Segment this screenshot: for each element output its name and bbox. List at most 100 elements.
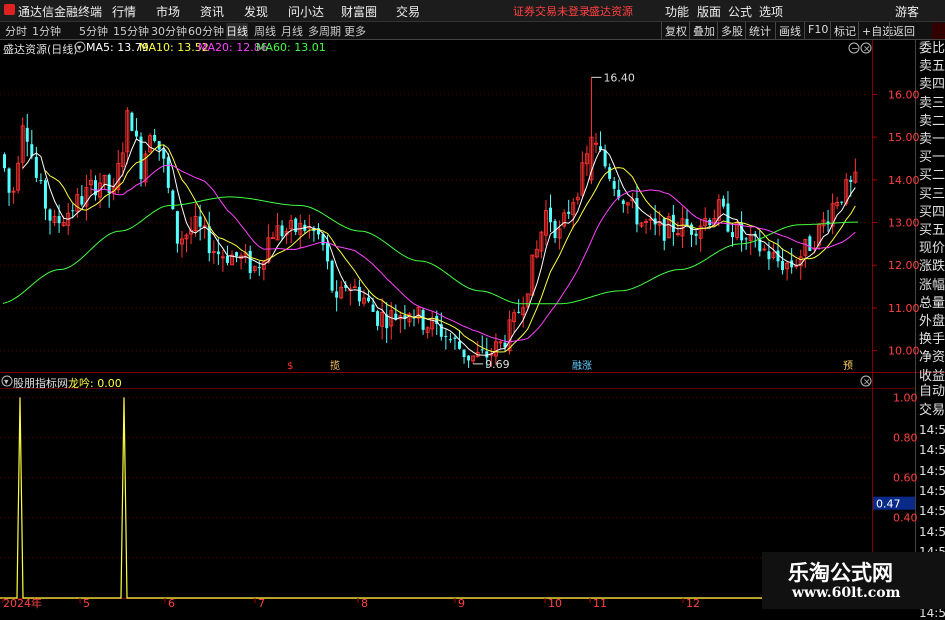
candle-body-up [298,222,303,235]
quote-label: 买五 [919,223,945,238]
guest-user[interactable]: 游客 [895,3,919,20]
chart-canvas[interactable]: 16.00 15.00 14.00 13.00 12.00 11.00 10.00 1.00 0… [0,0,945,609]
candle-body-down [71,210,75,212]
chart-grid [0,40,945,609]
period-monthly[interactable]: 月线 [281,23,303,39]
period-weekly[interactable]: 周线 [254,23,276,39]
menu-trade[interactable]: 交易 [396,3,420,20]
candle-body-down [357,287,361,302]
candle-body-up [202,225,207,228]
candle-body-down [635,198,639,225]
period-1min[interactable]: 1分钟 [32,23,61,39]
candle-body-down [553,220,557,238]
candle-body-up [762,248,767,251]
quote-label: 外盘 [919,314,945,329]
candle-body-up [143,153,148,183]
candle-body-up [853,171,858,183]
period-30min[interactable]: 30分钟 [151,23,187,39]
candle-body-down [621,200,625,204]
candle-body-down [708,219,712,225]
candle-body-up [680,218,685,237]
close-chart-icon [860,42,872,54]
btn-mark[interactable]: 标记 [830,22,859,39]
candle-body-down [744,238,748,240]
period-more[interactable]: 更多 [344,23,366,39]
auto-trade-label[interactable]: 自动 [919,383,945,401]
btn-rights[interactable]: 复权 [661,22,690,39]
candle-body-up [703,218,708,227]
panel-toggle-icon[interactable] [932,23,945,39]
menu-ask[interactable]: 问小达 [288,3,324,20]
candle-body-up [184,234,189,240]
candle-body-down [80,196,84,205]
menu-function[interactable]: 功能 [665,3,689,20]
price-tick-label: 11.00 [888,302,920,315]
date-tick-label: 6 [168,597,175,609]
menu-quotes[interactable]: 行情 [112,3,136,20]
menu-layout[interactable]: 版面 [697,3,721,20]
login-status[interactable]: 证券交易未登录 [513,3,590,19]
candle-body-up [512,312,517,322]
candle-body-up [544,210,548,236]
candle-body-down [421,309,425,330]
btn-draw[interactable]: 画线 [775,22,804,39]
candle-body-down [790,260,794,268]
menu-wealth[interactable]: 财富圈 [341,3,377,20]
quote-label: 卖四 [919,77,945,93]
candle-body-up [525,293,530,308]
quote-label: 卖一 [919,132,945,147]
date-tick-label: 11 [593,597,607,609]
btn-back[interactable]: 返回 [889,22,918,39]
trade-label[interactable]: 交易 [919,402,945,420]
candle-body-up [798,256,803,267]
candle-body-down [321,234,325,245]
btn-multi-stock[interactable]: 多股 [717,22,746,39]
indicator-tick-label: 0.40 [893,512,918,525]
quote-label: 买一 [919,150,945,166]
candle-body-up [557,228,562,239]
btn-overlay[interactable]: 叠加 [689,22,718,39]
candle-body-down [166,157,170,188]
indicator-tick-label: 0.60 [893,472,918,485]
btn-stats[interactable]: 统计 [745,22,774,39]
quote-label: 总量 [919,295,945,311]
menu-formula[interactable]: 公式 [728,3,752,20]
period-daily[interactable]: 日线 [226,23,248,39]
period-multi[interactable]: 多周期 [308,23,341,39]
period-15min[interactable]: 15分钟 [113,23,149,39]
candle-body-down [57,216,61,224]
candle-body-up [416,306,421,319]
candle-body-up [425,327,430,333]
candle-body-down [312,227,316,232]
candle-body-down [608,167,612,179]
candle-body-down [157,141,161,150]
candle-body-up [675,233,680,236]
period-60min[interactable]: 60分钟 [188,23,224,39]
candle-body-up [98,182,103,198]
candle-body-down [685,218,689,226]
period-5min[interactable]: 5分钟 [79,23,108,39]
menu-news[interactable]: 资讯 [200,3,224,20]
zoom-out-icon [848,42,860,54]
period-tick[interactable]: 分时 [5,23,27,39]
candle-body-down [257,266,261,269]
quote-label: 买二 [919,168,945,184]
candle-body-up [348,288,353,292]
price-tick-label: 12.00 [888,259,920,272]
candle-body-down [617,189,621,198]
candle-body-down [335,291,339,298]
trade-time: 14:56 [919,443,945,458]
menu-options[interactable]: 选项 [759,3,783,20]
candle-body-up [211,251,216,253]
candle-body-down [25,127,29,142]
candle-body-down [294,218,298,232]
candle-body-up [84,187,89,207]
candle-body-up [16,162,21,191]
candle-body-down [840,201,844,203]
menu-discover[interactable]: 发现 [244,3,268,20]
candle-body-down [781,260,785,271]
btn-f10[interactable]: F10 [804,22,831,39]
candle-body-down [435,315,439,324]
candle-body-up [239,255,244,259]
menu-market[interactable]: 市场 [156,3,180,20]
